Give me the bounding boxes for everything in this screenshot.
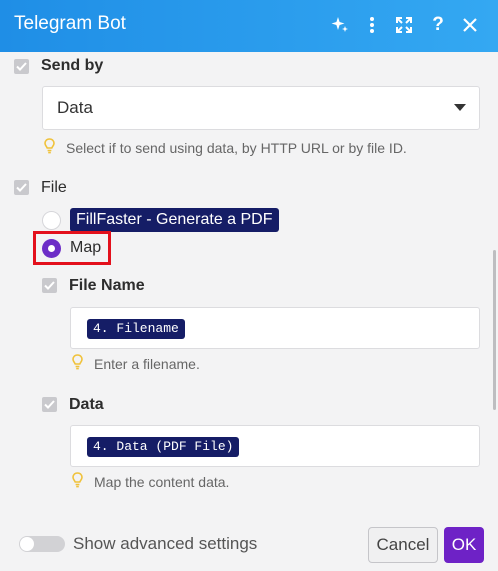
data-collapse-checkbox[interactable]: [42, 397, 57, 412]
lightbulb-icon: [72, 472, 83, 493]
radio-fillfaster[interactable]: [42, 211, 61, 230]
file-name-collapse-checkbox[interactable]: [42, 278, 57, 293]
highlight-box: [33, 231, 111, 265]
send-by-label: Send by: [41, 57, 104, 74]
file-name-token[interactable]: 4. Filename: [87, 319, 185, 339]
advanced-settings-label: Show advanced settings: [73, 534, 258, 553]
file-label: File: [41, 179, 67, 196]
data-token[interactable]: 4. Data (PDF File): [87, 437, 240, 457]
ai-sparkle-icon[interactable]: [327, 12, 353, 38]
data-hint: Map the content data.: [94, 474, 230, 490]
send-by-hint: Select if to send using data, by HTTP UR…: [66, 140, 407, 156]
help-icon[interactable]: ?: [425, 12, 451, 38]
lightbulb-icon: [44, 138, 55, 159]
scrollbar[interactable]: [493, 250, 496, 410]
more-vertical-icon[interactable]: [359, 12, 385, 38]
modal-title: Telegram Bot: [14, 13, 126, 34]
advanced-settings-toggle[interactable]: [19, 536, 65, 552]
file-name-field[interactable]: 4. Filename: [70, 307, 480, 349]
file-name-hint: Enter a filename.: [94, 356, 200, 372]
lightbulb-icon: [72, 354, 83, 375]
send-by-value: Data: [57, 98, 93, 117]
file-collapse-checkbox[interactable]: [14, 180, 29, 195]
modal-footer: Show advanced settings Cancel OK: [0, 512, 498, 571]
send-by-select[interactable]: Data: [42, 86, 480, 130]
send-by-collapse-checkbox[interactable]: [14, 59, 29, 74]
expand-icon[interactable]: [391, 12, 417, 38]
data-label: Data: [69, 396, 104, 413]
ok-button[interactable]: OK: [444, 527, 484, 563]
file-name-label: File Name: [69, 277, 145, 294]
modal-header: Telegram Bot ?: [0, 0, 498, 52]
close-icon[interactable]: [457, 12, 483, 38]
chevron-down-icon: [454, 104, 466, 111]
data-field[interactable]: 4. Data (PDF File): [70, 425, 480, 467]
option-fillfaster-label[interactable]: FillFaster - Generate a PDF: [70, 208, 279, 232]
cancel-button[interactable]: Cancel: [368, 527, 438, 563]
